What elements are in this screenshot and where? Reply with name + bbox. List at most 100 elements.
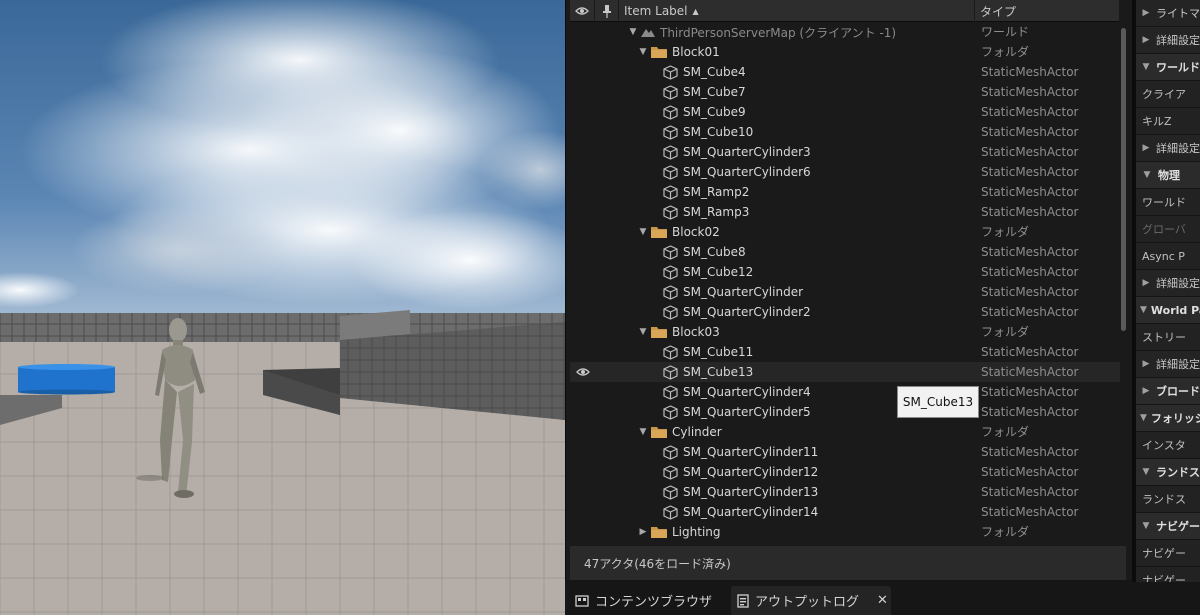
details-advanced-toggle[interactable]: ▶ 詳細設定 [1136,135,1200,162]
item-label-header-text: Item Label [624,4,688,18]
type-header-text: タイプ [980,4,1017,19]
details-category[interactable]: ▶ ブロード [1136,378,1200,405]
row-label-text: SM_QuarterCylinder4 [683,385,811,399]
details-advanced-toggle[interactable]: ▶ 詳細設定 [1136,27,1200,54]
expand-caret-icon[interactable]: ▼ [637,427,649,437]
outliner-actor-row[interactable]: SM_QuarterCylinder3 StaticMeshActor [570,142,1120,162]
outliner-actor-row[interactable]: SM_Cube7 StaticMeshActor [570,82,1120,102]
outliner-folder-row[interactable]: ▼ Block03 フォルダ [570,322,1120,342]
static-mesh-icon [663,344,678,360]
outliner-actor-row[interactable]: SM_QuarterCylinder6 StaticMeshActor [570,162,1120,182]
details-category[interactable]: ▼ ワールド [1136,54,1200,81]
outliner-actor-row[interactable]: SM_QuarterCylinder12 StaticMeshActor [570,462,1120,482]
details-property[interactable]: ナビゲー [1136,567,1200,582]
row-label-text: SM_Cube10 [683,125,754,139]
outliner-folder-row[interactable]: ▼ Block02 フォルダ [570,222,1120,242]
row-type-text: StaticMeshActor [981,105,1079,119]
row-label: SM_QuarterCylinder14 [663,502,818,522]
row-label: SM_Cube9 [663,102,746,122]
row-type-text: StaticMeshActor [981,185,1079,199]
outliner-actor-row[interactable]: SM_Ramp2 StaticMeshActor [570,182,1120,202]
outliner-actor-row[interactable]: SM_QuarterCylinder5 StaticMeshActor [570,402,1120,422]
expand-caret-icon[interactable]: ▼ [637,227,649,237]
row-type-text: StaticMeshActor [981,345,1079,359]
row-label-text: SM_Cube4 [683,65,746,79]
outliner-world-row[interactable]: ▼ ThirdPersonServerMap (クライアント -1) ワールド [570,22,1120,42]
pin-column-header[interactable] [595,0,619,22]
outliner-actor-row[interactable]: SM_QuarterCylinder2 StaticMeshActor [570,302,1120,322]
type-column-header[interactable]: タイプ [975,0,1120,22]
row-label: ▼ Block01 [637,42,720,62]
outliner-actor-row[interactable]: SM_Cube9 StaticMeshActor [570,102,1120,122]
details-property[interactable]: Async P [1136,243,1200,270]
outliner-scrollbar-thumb[interactable] [1121,28,1126,331]
details-advanced-toggle[interactable]: ▶ 詳細設定 [1136,270,1200,297]
details-property[interactable]: ワールド [1136,189,1200,216]
outliner-actor-row[interactable]: SM_QuarterCylinder13 StaticMeshActor [570,482,1120,502]
details-row-label: ストリー [1142,331,1186,344]
static-mesh-icon [663,364,678,380]
visibility-column-header[interactable] [570,0,595,22]
close-tab-icon[interactable]: ✕ [877,593,888,608]
details-row-label: キルZ [1142,115,1172,128]
item-label-column-header[interactable]: Item Label ▲ [619,0,975,22]
folder-icon [651,227,667,238]
collapse-caret-icon[interactable]: ▶ [637,527,649,537]
details-category[interactable]: ▼ ナビゲー [1136,513,1200,540]
outliner-actor-row[interactable]: SM_Cube10 StaticMeshActor [570,122,1120,142]
row-label: SM_Cube11 [663,342,753,362]
details-property[interactable]: インスタ [1136,432,1200,459]
row-type-text: フォルダ [981,425,1030,439]
output-log-tab[interactable]: アウトプットログ ✕ [731,586,891,615]
row-type-text: StaticMeshActor [981,245,1079,259]
visibility-toggle[interactable] [570,362,595,382]
outliner-actor-row[interactable]: SM_Cube4 StaticMeshActor [570,62,1120,82]
details-category[interactable]: ▼ ランドス [1136,459,1200,486]
outliner-folder-row[interactable]: ▼ Block01 フォルダ [570,42,1120,62]
content-browser-tab[interactable]: コンテンツブラウザ [571,586,731,615]
expand-caret-icon[interactable]: ▼ [627,27,639,37]
outliner-actor-row[interactable]: SM_QuarterCylinder14 StaticMeshActor [570,502,1120,522]
row-tooltip: SM_Cube13 [897,386,979,418]
static-mesh-icon [663,184,678,200]
details-advanced-toggle[interactable]: ▶ ライトマ [1136,0,1200,27]
details-property[interactable]: キルZ [1136,108,1200,135]
details-row-label: 詳細設定 [1156,277,1200,290]
details-row-label: ランドス [1142,493,1186,506]
details-property[interactable]: ランドス [1136,486,1200,513]
outliner-actor-row[interactable]: SM_Ramp3 StaticMeshActor [570,202,1120,222]
details-property[interactable]: ナビゲー [1136,540,1200,567]
row-label: ▶ Lighting [637,522,721,542]
outliner-actor-row[interactable]: SM_Cube13 StaticMeshActor [570,362,1120,382]
expand-caret-icon: ▼ [1140,305,1147,315]
outliner-folder-row[interactable]: ▼ Cylinder フォルダ [570,422,1120,442]
outliner-actor-row[interactable]: SM_QuarterCylinder11 StaticMeshActor [570,442,1120,462]
row-type-text: フォルダ [981,325,1030,339]
details-property[interactable]: ストリー [1136,324,1200,351]
expand-caret-icon[interactable]: ▼ [637,327,649,337]
outliner-folder-row[interactable]: ▶ Lighting フォルダ [570,522,1120,542]
static-mesh-icon [663,144,678,160]
details-category[interactable]: ▼フォリッジ [1136,405,1200,432]
details-category[interactable]: ▼World Pa [1136,297,1200,324]
details-category[interactable]: ▼ 物理 [1136,162,1200,189]
expand-caret-icon: ▼ [1140,413,1147,423]
details-property[interactable]: グローバ [1136,216,1200,243]
row-type-text: StaticMeshActor [981,65,1079,79]
row-label: SM_QuarterCylinder4 [663,382,811,402]
bottom-tab-bar: コンテンツブラウザ アウトプットログ ✕ [565,582,1200,615]
row-label: ▼ Cylinder [637,422,722,442]
outliner-actor-row[interactable]: SM_QuarterCylinder4 StaticMeshActor [570,382,1120,402]
details-property[interactable]: クライア [1136,81,1200,108]
content-browser-icon [575,594,589,607]
outliner-actor-row[interactable]: SM_Cube11 StaticMeshActor [570,342,1120,362]
row-label-text: SM_QuarterCylinder [683,285,804,299]
outliner-actor-row[interactable]: SM_Cube12 StaticMeshActor [570,262,1120,282]
outliner-actor-row[interactable]: SM_Cube8 StaticMeshActor [570,242,1120,262]
details-advanced-toggle[interactable]: ▶ 詳細設定 [1136,351,1200,378]
expand-caret-icon[interactable]: ▼ [637,47,649,57]
level-viewport[interactable] [0,0,565,615]
row-label-text: Block02 [672,225,720,239]
collapse-caret-icon: ▶ [1142,359,1150,369]
outliner-actor-row[interactable]: SM_QuarterCylinder StaticMeshActor [570,282,1120,302]
